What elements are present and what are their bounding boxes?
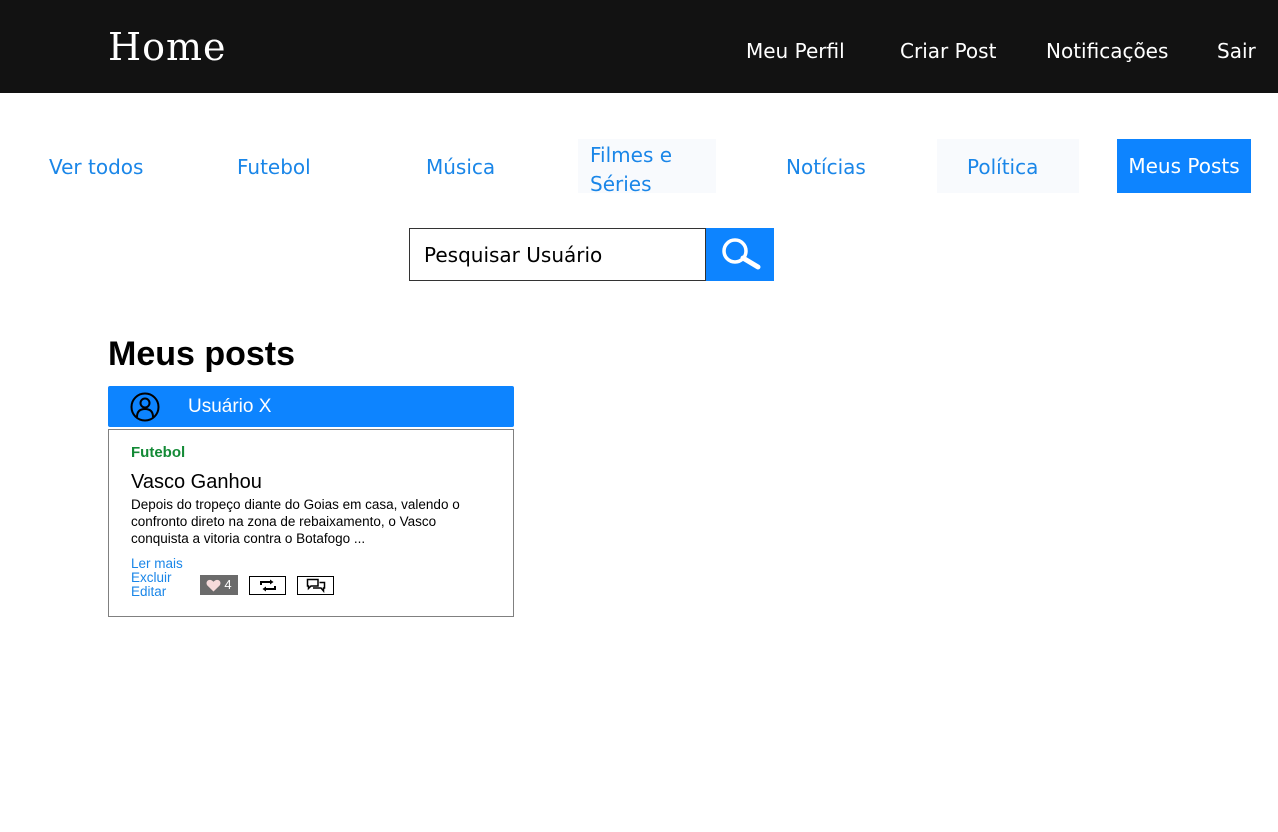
delete-link[interactable]: Excluir (131, 571, 172, 585)
brand-title[interactable]: Home (108, 24, 227, 70)
heart-icon (206, 579, 221, 591)
repost-icon (259, 579, 276, 592)
post-author-bar: Usuário X (108, 386, 514, 427)
nav-notificacoes[interactable]: Notificações (1046, 38, 1168, 64)
tab-ver-todos[interactable]: Ver todos (49, 153, 143, 182)
like-button[interactable]: 4 (200, 575, 238, 595)
top-navbar: Home Meu Perfil Criar Post Notificações … (0, 0, 1278, 93)
search-button[interactable] (706, 228, 774, 281)
comments-icon (306, 578, 325, 593)
section-title: Meus posts (108, 335, 296, 373)
avatar-icon (130, 392, 160, 422)
nav-sair[interactable]: Sair (1217, 38, 1256, 64)
read-more-link[interactable]: Ler mais (131, 557, 183, 571)
nav-meu-perfil[interactable]: Meu Perfil (746, 38, 845, 64)
tab-futebol[interactable]: Futebol (237, 153, 311, 182)
edit-link[interactable]: Editar (131, 585, 166, 599)
repost-button[interactable] (249, 576, 286, 595)
search-user-input[interactable] (409, 228, 706, 281)
post-excerpt: Depois do tropeço diante do Goias em cas… (131, 497, 460, 546)
tab-noticias[interactable]: Notícias (786, 153, 866, 182)
like-count: 4 (224, 577, 232, 592)
search-icon (722, 238, 761, 270)
tab-meus-posts[interactable]: Meus Posts (1117, 139, 1251, 193)
comments-button[interactable] (297, 576, 334, 595)
tab-politica[interactable]: Política (967, 153, 1038, 182)
nav-criar-post[interactable]: Criar Post (900, 38, 996, 64)
post-card: Futebol Vasco Ganhou Depois do tropeço d… (108, 429, 514, 617)
post-title: Vasco Ganhou (131, 471, 262, 493)
tab-musica[interactable]: Música (426, 153, 495, 182)
post-category: Futebol (131, 444, 186, 461)
tab-filmes-series[interactable]: Filmes e Séries (590, 141, 690, 199)
post-author-name[interactable]: Usuário X (188, 394, 271, 419)
